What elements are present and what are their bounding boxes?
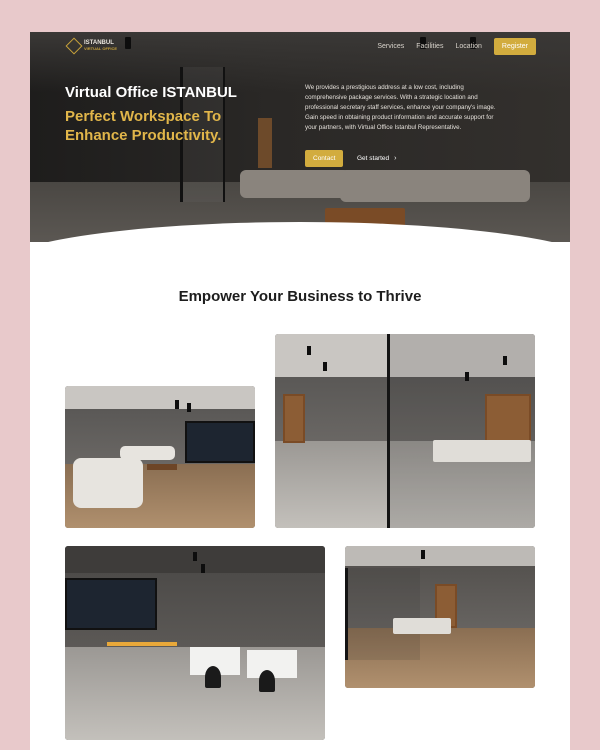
- office-photo-lounge[interactable]: [65, 386, 255, 528]
- photo-spotlight: [307, 346, 311, 355]
- contact-button[interactable]: Contact: [305, 150, 344, 167]
- top-nav: Services Facilities Location Register: [377, 38, 536, 55]
- photo-meeting-table: [393, 618, 451, 634]
- photo-spotlight: [421, 550, 425, 559]
- photo-glass-wall: [345, 568, 420, 660]
- photo-cabinet: [283, 394, 305, 443]
- photo-spotlight: [187, 403, 191, 412]
- photo-spotlight: [201, 564, 205, 573]
- photo-office-chair: [259, 670, 275, 692]
- photo-office-chair: [205, 666, 221, 688]
- hero-spotlight: [125, 37, 131, 49]
- photo-coffee-table: [147, 464, 177, 470]
- photo-spotlight: [175, 400, 179, 409]
- nav-item-facilities[interactable]: Facilities: [416, 43, 443, 50]
- brand-name: ISTANBUL VIRTUAL OFFICE: [84, 40, 118, 51]
- brand-logo[interactable]: ISTANBUL VIRTUAL OFFICE: [65, 37, 118, 55]
- photo-sofa-front: [73, 458, 143, 508]
- photo-window: [65, 578, 157, 630]
- brand-tagline: VIRTUAL OFFICE: [84, 46, 118, 51]
- photo-ceiling: [345, 546, 535, 566]
- photo-meeting-table: [433, 440, 531, 462]
- section-title: Empower Your Business to Thrive: [178, 288, 422, 305]
- hero-title: Virtual Office ISTANBUL: [65, 84, 237, 101]
- get-started-link[interactable]: Get started ›: [357, 155, 397, 162]
- photo-spotlight: [503, 356, 507, 365]
- hero-subtitle: Perfect Workspace To Enhance Productivit…: [65, 108, 222, 144]
- photo-spotlight: [323, 362, 327, 371]
- nav-item-services[interactable]: Services: [377, 43, 404, 50]
- hero-sofa-right: [340, 170, 530, 202]
- photo-ceiling: [65, 386, 255, 409]
- photo-spotlight: [193, 552, 197, 561]
- nav-item-location[interactable]: Location: [455, 43, 481, 50]
- office-photo-meeting-room[interactable]: [275, 334, 535, 528]
- register-button[interactable]: Register: [493, 38, 536, 55]
- hero-description: We provides a prestigious address at a l…: [305, 84, 496, 131]
- hero-sofa-left: [240, 170, 350, 198]
- office-photo-workstations[interactable]: [65, 546, 325, 740]
- photo-window: [185, 421, 255, 463]
- hero-section: ISTANBUL VIRTUAL OFFICE Services Facilit…: [30, 32, 570, 242]
- diamond-logo-icon: [65, 37, 83, 55]
- page-frame: ISTANBUL VIRTUAL OFFICE Services Facilit…: [30, 32, 570, 750]
- get-started-label: Get started: [357, 155, 390, 162]
- photo-spotlight: [465, 372, 469, 381]
- photo-standing-desk: [107, 642, 177, 646]
- chevron-right-icon: ›: [394, 155, 397, 162]
- office-photo-small-meeting[interactable]: [345, 546, 535, 688]
